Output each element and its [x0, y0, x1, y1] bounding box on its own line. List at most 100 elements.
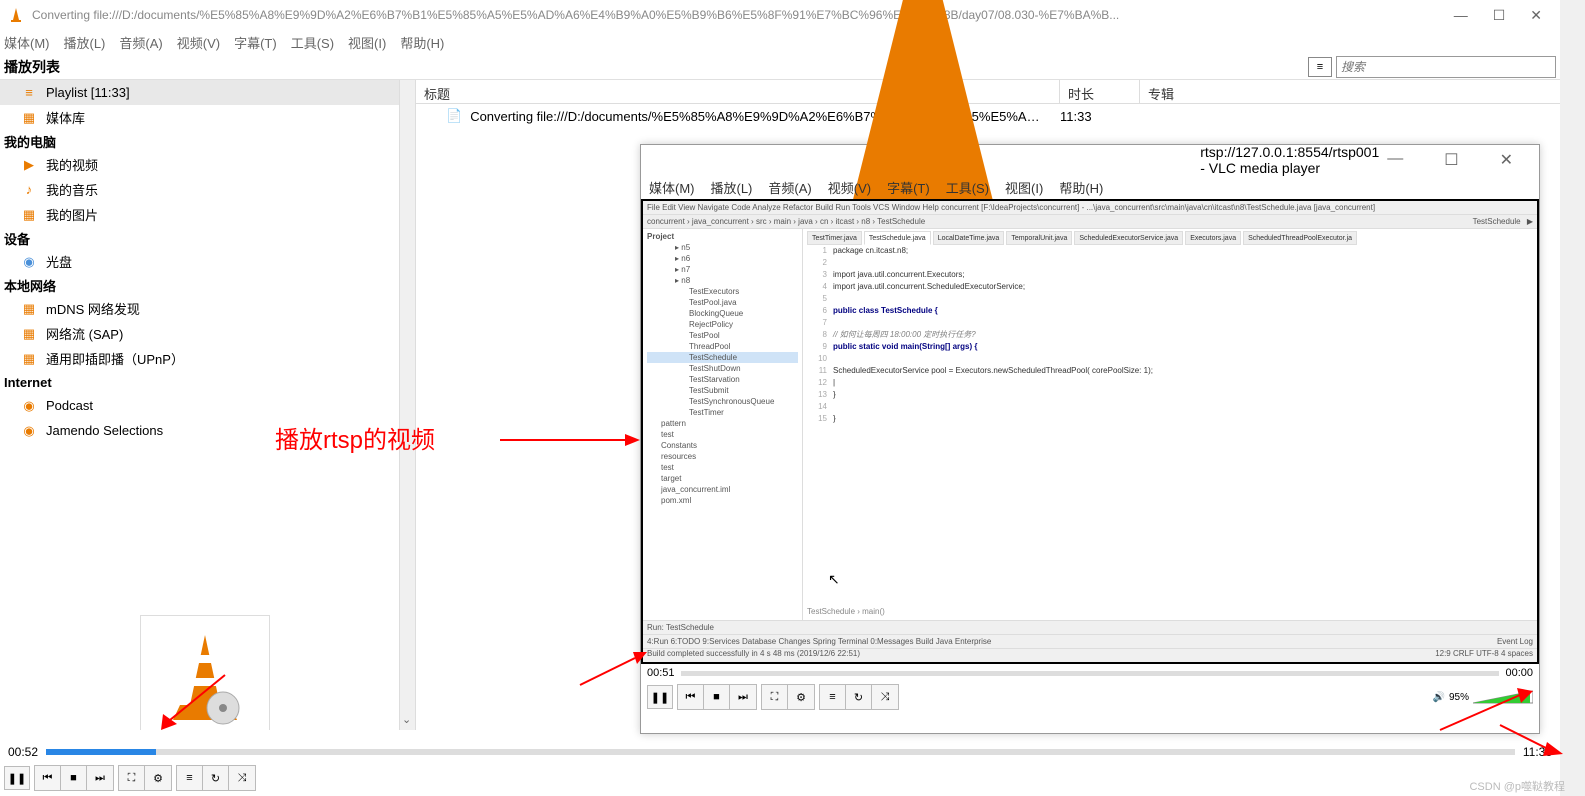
- playlist-button[interactable]: ≡: [177, 766, 203, 790]
- inner-window-controls: — ☐ ✕: [1379, 150, 1521, 170]
- progress-row: 00:52 11:33: [0, 742, 1560, 762]
- maximize-button[interactable]: ☐: [1493, 7, 1506, 24]
- menu-view[interactable]: 视图(I): [1005, 178, 1043, 197]
- inner-seek-bar[interactable]: [681, 671, 1500, 676]
- fullscreen-button[interactable]: ⛶: [762, 685, 788, 709]
- prev-button[interactable]: ⏮: [35, 766, 61, 790]
- music-icon: ♪: [20, 182, 38, 198]
- library-icon: ▦: [20, 110, 38, 126]
- annotation-arrow-down: [155, 670, 235, 730]
- stop-button[interactable]: ■: [61, 766, 87, 790]
- inner-vlc-window: rtsp://127.0.0.1:8554/rtsp001 - VLC medi…: [640, 144, 1540, 734]
- sidebar-sap[interactable]: ▦网络流 (SAP): [0, 321, 415, 346]
- sidebar: ≡Playlist [11:33] ▦媒体库 我的电脑 ▶我的视频 ♪我的音乐 …: [0, 80, 415, 730]
- ide-bottom-tabs: 4:Run 6:TODO 9:Services Database Changes…: [643, 634, 1537, 648]
- inner-progress-row: 00:51 00:00: [641, 664, 1539, 682]
- network-icon: ▦: [20, 301, 38, 317]
- menu-audio[interactable]: 音频(A): [119, 33, 162, 52]
- menu-help[interactable]: 帮助(H): [1059, 178, 1103, 197]
- menu-video[interactable]: 视频(V): [177, 33, 220, 52]
- disc-icon: ◉: [20, 254, 38, 270]
- close-button[interactable]: ✕: [1492, 150, 1521, 170]
- pause-button[interactable]: ❚❚: [4, 766, 30, 790]
- video-playback-area[interactable]: File Edit View Navigate Code Analyze Ref…: [641, 199, 1539, 664]
- maximize-button[interactable]: ☐: [1436, 150, 1466, 170]
- ide-project-tree: Project ▸ n5▸ n6▸ n7▸ n8TestExecutorsTes…: [643, 229, 803, 620]
- close-button[interactable]: ✕: [1530, 7, 1542, 24]
- annotation-arrow-diag: [575, 650, 650, 690]
- search-input[interactable]: [1336, 56, 1556, 78]
- menu-playback[interactable]: 播放(L): [711, 178, 753, 197]
- sidebar-disc[interactable]: ◉光盘: [0, 249, 415, 274]
- network-icon: ▦: [20, 351, 38, 367]
- ide-video-content: File Edit View Navigate Code Analyze Ref…: [643, 201, 1537, 662]
- cursor-icon: ↖: [828, 571, 840, 588]
- menu-subtitle[interactable]: 字幕(T): [887, 178, 930, 197]
- loop-button[interactable]: ↻: [846, 685, 872, 709]
- playlist-button[interactable]: ≡: [820, 685, 846, 709]
- jamendo-icon: ◉: [20, 423, 38, 439]
- prev-button[interactable]: ⏮: [678, 685, 704, 709]
- menu-tools[interactable]: 工具(S): [946, 178, 989, 197]
- playlist-title: 播放列表: [4, 57, 60, 77]
- sidebar-header-internet: Internet: [0, 371, 415, 393]
- sidebar-my-videos[interactable]: ▶我的视频: [0, 152, 415, 177]
- sidebar-my-music[interactable]: ♪我的音乐: [0, 177, 415, 202]
- watermark: CSDN @p噬鞑教程: [1469, 778, 1565, 794]
- inner-time-total[interactable]: 00:00: [1505, 667, 1533, 679]
- inner-controls-row: ❚❚ ⏮ ■ ⏭ ⛶ ⚙ ≡ ↻ ⤨ 🔊 95%: [641, 682, 1539, 712]
- inner-time-elapsed[interactable]: 00:51: [647, 667, 675, 679]
- video-icon: ▶: [20, 157, 38, 173]
- annotation-arrow-right: [500, 430, 640, 450]
- annotation-arrow-right3: [1495, 720, 1565, 760]
- menu-video[interactable]: 视频(V): [828, 178, 871, 197]
- sidebar-podcast[interactable]: ◉Podcast: [0, 393, 415, 418]
- seek-bar[interactable]: [46, 749, 1515, 755]
- loop-button[interactable]: ↻: [203, 766, 229, 790]
- sidebar-upnp[interactable]: ▦通用即插即播（UPnP）: [0, 346, 415, 371]
- picture-icon: ▦: [20, 207, 38, 223]
- stop-button[interactable]: ■: [704, 685, 730, 709]
- sidebar-my-pictures[interactable]: ▦我的图片: [0, 202, 415, 227]
- menu-view[interactable]: 视图(I): [348, 33, 386, 52]
- ide-tabs: TestTimer.javaTestSchedule.javaLocalDate…: [807, 231, 1533, 245]
- sidebar-mdns[interactable]: ▦mDNS 网络发现: [0, 296, 415, 321]
- shuffle-button[interactable]: ⤨: [872, 685, 898, 709]
- col-album[interactable]: 专辑: [1140, 80, 1560, 103]
- ide-statusbar: Build completed successfully in 4 s 48 m…: [643, 648, 1537, 662]
- time-elapsed[interactable]: 00:52: [8, 745, 38, 759]
- ide-breadcrumb: concurrent › java_concurrent › src › mai…: [643, 215, 1537, 229]
- sidebar-media-library[interactable]: ▦媒体库: [0, 105, 415, 130]
- controls-row: ❚❚ ⏮ ■ ⏭ ⛶ ⚙ ≡ ↻ ⤨: [0, 764, 1560, 792]
- fullscreen-button[interactable]: ⛶: [119, 766, 145, 790]
- network-icon: ▦: [20, 326, 38, 342]
- vlc-cone-icon: [8, 7, 24, 23]
- settings-button[interactable]: ⚙: [788, 685, 814, 709]
- sidebar-header-devices: 设备: [0, 227, 415, 249]
- next-button[interactable]: ⏭: [730, 685, 756, 709]
- inner-titlebar: rtsp://127.0.0.1:8554/rtsp001 - VLC medi…: [641, 145, 1539, 175]
- sidebar-header-network: 本地网络: [0, 274, 415, 296]
- minimize-button[interactable]: —: [1454, 7, 1468, 24]
- minimize-button[interactable]: —: [1379, 150, 1411, 170]
- pause-button[interactable]: ❚❚: [647, 685, 673, 709]
- menu-tools[interactable]: 工具(S): [291, 33, 334, 52]
- window-controls: — ☐ ✕: [1454, 7, 1542, 24]
- inner-menubar: 媒体(M) 播放(L) 音频(A) 视频(V) 字幕(T) 工具(S) 视图(I…: [641, 175, 1539, 199]
- menu-help[interactable]: 帮助(H): [400, 33, 444, 52]
- inner-window-title: rtsp://127.0.0.1:8554/rtsp001 - VLC medi…: [1200, 144, 1379, 176]
- menu-audio[interactable]: 音频(A): [768, 178, 811, 197]
- menu-media[interactable]: 媒体(M): [649, 178, 695, 197]
- sidebar-scrollbar[interactable]: ⌄: [399, 80, 415, 730]
- sidebar-playlist[interactable]: ≡Playlist [11:33]: [0, 80, 415, 105]
- ide-menubar: File Edit View Navigate Code Analyze Ref…: [643, 201, 1537, 215]
- list-view-button[interactable]: ≡: [1308, 57, 1332, 77]
- settings-button[interactable]: ⚙: [145, 766, 171, 790]
- menu-media[interactable]: 媒体(M): [4, 33, 50, 52]
- shuffle-button[interactable]: ⤨: [229, 766, 255, 790]
- ide-run-tab: Run: TestSchedule: [643, 620, 1537, 634]
- menu-subtitle[interactable]: 字幕(T): [234, 33, 277, 52]
- file-icon: 📄: [446, 108, 462, 124]
- next-button[interactable]: ⏭: [87, 766, 113, 790]
- menu-playback[interactable]: 播放(L): [64, 33, 106, 52]
